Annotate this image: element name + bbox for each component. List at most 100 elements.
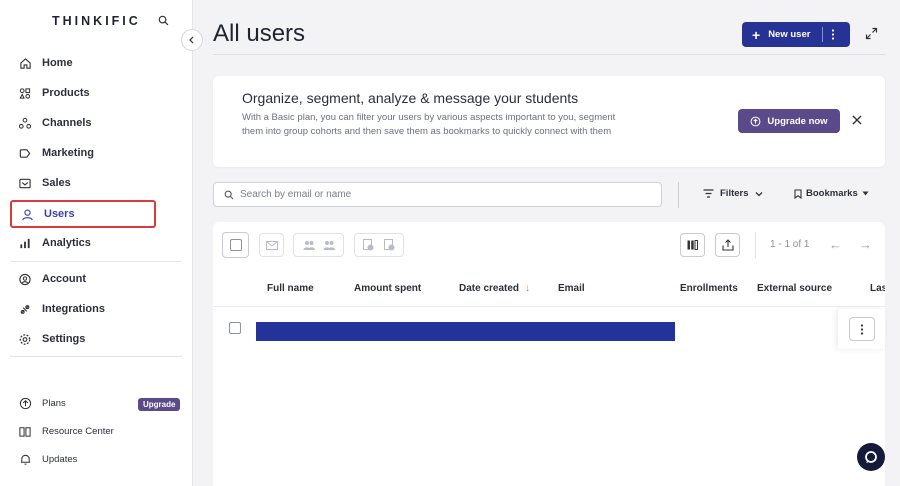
arrow-right-icon[interactable]: → bbox=[859, 237, 872, 252]
sidebar-item-label: Settings bbox=[42, 333, 86, 345]
integrations-icon bbox=[18, 302, 32, 316]
collapse-sidebar-button[interactable] bbox=[181, 29, 203, 51]
header-divider bbox=[213, 54, 885, 55]
sidebar-item-resource-center[interactable]: Resource Center bbox=[10, 417, 156, 445]
sidebar-item-label: Analytics bbox=[42, 237, 91, 249]
sidebar-item-label: Products bbox=[42, 87, 90, 99]
sidebar-item-channels[interactable]: Channels bbox=[10, 109, 156, 137]
search-field[interactable] bbox=[213, 182, 662, 207]
column-header-enrollments[interactable]: Enrollments bbox=[680, 283, 738, 294]
add-to-group-icon bbox=[303, 240, 315, 251]
upgrade-now-button[interactable]: Upgrade now bbox=[738, 109, 840, 133]
bell-icon bbox=[18, 452, 32, 466]
sidebar-item-label: Home bbox=[42, 57, 73, 69]
mail-icon bbox=[265, 240, 278, 250]
remove-from-group-icon bbox=[323, 240, 335, 251]
sidebar-item-label: Updates bbox=[42, 453, 78, 465]
column-header-date-created[interactable]: Date created bbox=[459, 283, 519, 294]
chevron-down-icon bbox=[755, 191, 763, 197]
plus-icon: + bbox=[752, 26, 761, 43]
column-header-email[interactable]: Email bbox=[558, 283, 585, 294]
arrow-left-icon[interactable]: ← bbox=[829, 237, 842, 252]
bookmarks-label: Bookmarks bbox=[806, 188, 858, 199]
sidebar-item-updates[interactable]: Updates bbox=[10, 445, 156, 473]
sidebar-item-home[interactable]: Home bbox=[10, 49, 156, 77]
sidebar-item-label: Resource Center bbox=[42, 425, 114, 437]
page-title: All users bbox=[213, 20, 306, 47]
sidebar-item-label: Sales bbox=[42, 177, 71, 189]
sales-icon bbox=[18, 176, 32, 190]
sidebar-item-label: Marketing bbox=[42, 147, 94, 159]
column-header-last-truncated[interactable]: Las bbox=[870, 283, 885, 294]
select-all-box[interactable] bbox=[222, 232, 249, 258]
chat-bubble-icon bbox=[864, 450, 878, 464]
row-actions bbox=[838, 309, 885, 349]
marketing-icon bbox=[18, 146, 32, 160]
enrollment-actions-button[interactable] bbox=[354, 233, 404, 257]
bookmarks-dropdown[interactable]: Bookmarks bbox=[794, 188, 869, 199]
pagination-label: 1 - 1 of 1 bbox=[770, 239, 810, 250]
sort-desc-icon[interactable]: ↓ bbox=[525, 283, 530, 294]
channels-icon bbox=[18, 116, 32, 130]
row-menu-button[interactable] bbox=[848, 317, 875, 341]
sidebar-item-products[interactable]: Products bbox=[10, 79, 156, 107]
search-input[interactable] bbox=[240, 189, 640, 200]
columns-icon bbox=[687, 240, 698, 250]
sidebar-item-sales[interactable]: Sales bbox=[10, 169, 156, 197]
sidebar-divider bbox=[10, 356, 182, 357]
column-header-external-source[interactable]: External source bbox=[757, 283, 832, 294]
book-icon bbox=[18, 424, 32, 438]
email-action-button[interactable] bbox=[259, 233, 284, 257]
table-row[interactable] bbox=[229, 322, 241, 334]
upgrade-badge[interactable]: Upgrade bbox=[138, 398, 181, 411]
search-icon[interactable] bbox=[158, 15, 169, 26]
caret-down-icon bbox=[862, 191, 869, 196]
filters-dropdown[interactable]: Filters bbox=[703, 188, 763, 199]
toolbar-divider bbox=[678, 182, 679, 208]
sidebar-item-account[interactable]: Account bbox=[10, 265, 156, 293]
user-icon bbox=[20, 207, 34, 221]
users-table bbox=[213, 222, 885, 486]
search-icon bbox=[224, 190, 234, 200]
row-checkbox[interactable] bbox=[229, 322, 241, 334]
column-header-full-name[interactable]: Full name bbox=[267, 283, 314, 294]
export-button[interactable] bbox=[715, 233, 740, 257]
more-options-icon[interactable] bbox=[831, 29, 835, 40]
new-user-button[interactable]: + New user bbox=[742, 22, 850, 47]
sidebar-item-label: Account bbox=[42, 273, 86, 285]
sidebar-item-label: Channels bbox=[42, 117, 92, 129]
column-header-amount-spent[interactable]: Amount spent bbox=[354, 283, 421, 294]
brand-logo[interactable]: THINKIFIC bbox=[52, 14, 141, 28]
redacted-row-content bbox=[256, 322, 675, 341]
account-icon bbox=[18, 272, 32, 286]
sidebar-item-settings[interactable]: Settings bbox=[10, 325, 156, 353]
more-options-icon bbox=[860, 323, 864, 335]
group-actions-button[interactable] bbox=[293, 233, 344, 257]
sidebar-item-marketing[interactable]: Marketing bbox=[10, 139, 156, 167]
filter-icon bbox=[703, 189, 714, 198]
select-all-checkbox[interactable] bbox=[229, 239, 242, 251]
gear-icon bbox=[18, 332, 32, 346]
sidebar-item-label: Integrations bbox=[42, 303, 105, 315]
sidebar-item-label: Users bbox=[44, 208, 75, 220]
home-icon bbox=[18, 56, 32, 70]
sidebar-item-plans[interactable]: Plans bbox=[10, 389, 156, 417]
sidebar-item-integrations[interactable]: Integrations bbox=[10, 295, 156, 323]
sidebar-item-label: Plans bbox=[42, 397, 66, 409]
close-icon[interactable] bbox=[852, 115, 862, 125]
upgrade-arrow-icon bbox=[750, 116, 761, 127]
new-user-label: New user bbox=[768, 29, 811, 40]
upgrade-now-label: Upgrade now bbox=[767, 115, 828, 127]
expand-icon[interactable] bbox=[865, 27, 878, 40]
columns-button[interactable] bbox=[680, 233, 705, 257]
chevron-left-icon bbox=[188, 36, 196, 44]
promo-title: Organize, segment, analyze & message you… bbox=[242, 90, 579, 106]
bookmark-icon bbox=[794, 188, 802, 199]
export-icon bbox=[721, 239, 734, 251]
promo-body: With a Basic plan, you can filter your u… bbox=[242, 112, 616, 137]
unenroll-icon bbox=[384, 239, 395, 251]
chat-support-button[interactable] bbox=[857, 443, 885, 471]
sidebar-item-users[interactable]: Users bbox=[10, 200, 156, 228]
table-header-divider bbox=[213, 306, 885, 307]
sidebar-item-analytics[interactable]: Analytics bbox=[10, 229, 156, 257]
